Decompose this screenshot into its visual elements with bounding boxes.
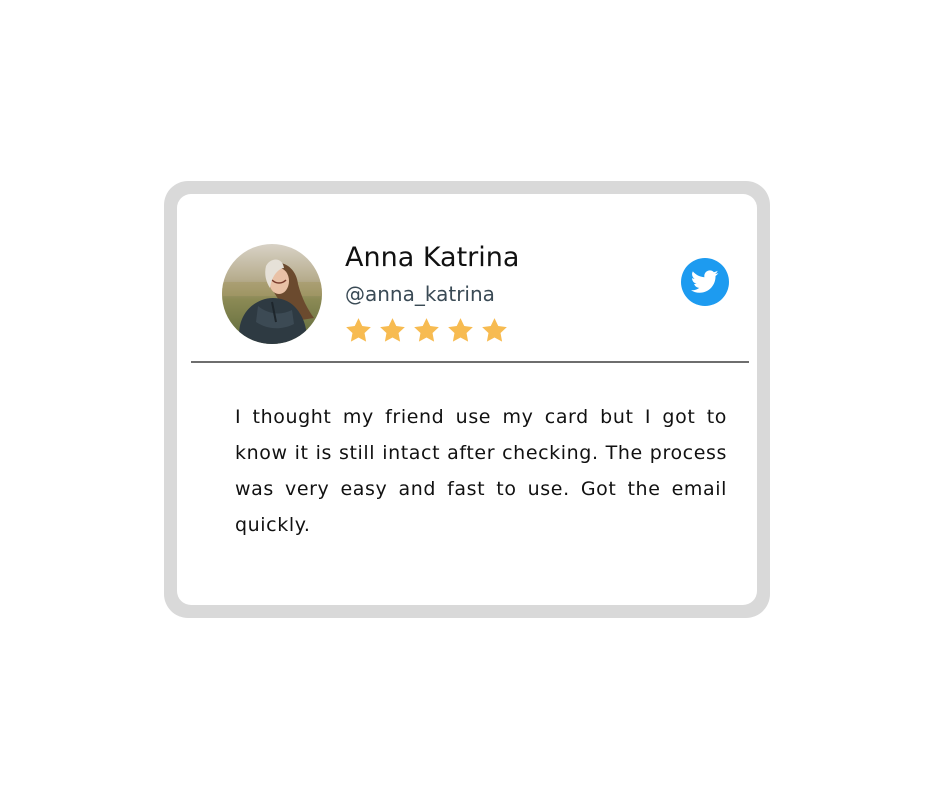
page: Anna Katrina @anna_katrina I thought my … bbox=[0, 0, 940, 788]
star-icon bbox=[448, 318, 473, 342]
avatar-photo bbox=[222, 244, 322, 344]
user-name: Anna Katrina bbox=[345, 242, 520, 273]
star-icon bbox=[380, 318, 405, 342]
review-card-frame: Anna Katrina @anna_katrina I thought my … bbox=[164, 181, 770, 618]
divider bbox=[191, 361, 749, 363]
review-card: Anna Katrina @anna_katrina I thought my … bbox=[177, 194, 757, 605]
twitter-button[interactable] bbox=[681, 258, 729, 306]
star-icon bbox=[346, 318, 371, 342]
star-rating bbox=[344, 316, 509, 346]
review-text: I thought my friend use my card but I go… bbox=[235, 406, 727, 536]
twitter-bird-icon bbox=[691, 270, 719, 293]
star-icon bbox=[482, 318, 507, 342]
avatar bbox=[222, 244, 322, 344]
star-icon bbox=[414, 318, 439, 342]
user-handle: @anna_katrina bbox=[345, 282, 495, 306]
